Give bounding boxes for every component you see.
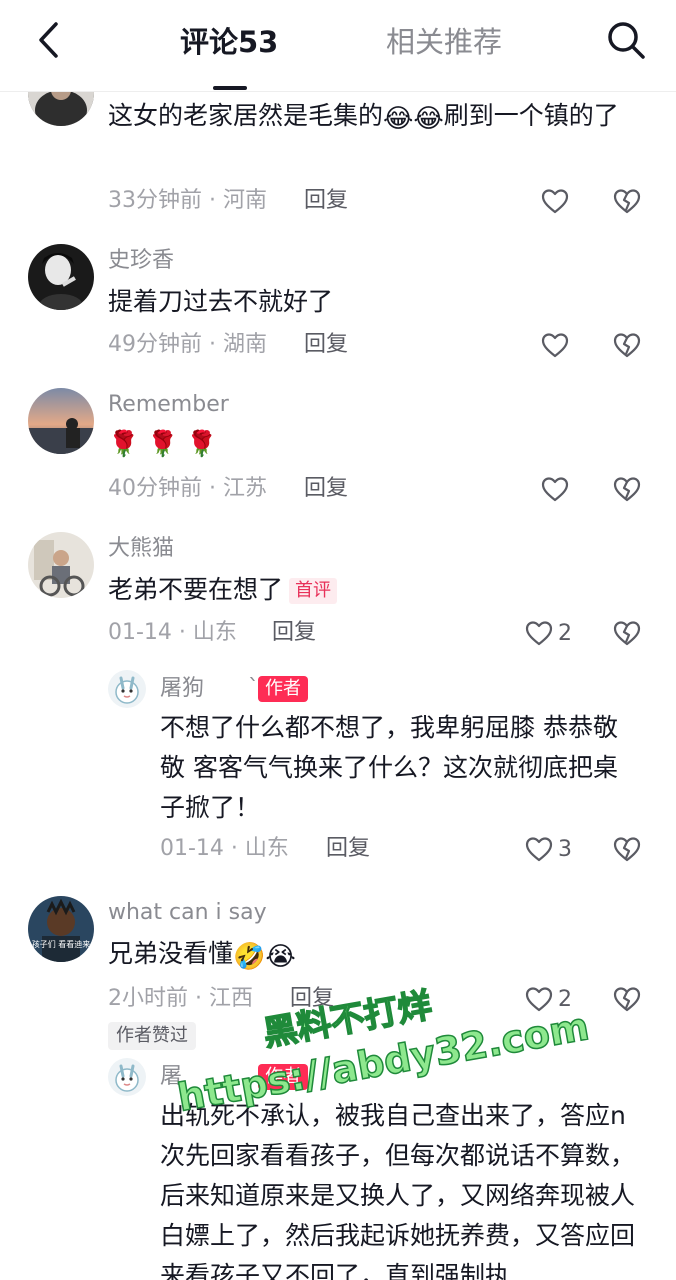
broken-heart-icon[interactable] xyxy=(612,330,642,360)
broken-heart-icon[interactable] xyxy=(612,618,642,648)
avatar[interactable]: 孩子们 看看迪来 xyxy=(28,896,94,962)
header: 评论53 相关推荐 xyxy=(0,0,676,92)
reply-meta: 01-14 · 山东 xyxy=(160,836,289,861)
comment-text: 提着刀过去不就好了 xyxy=(108,287,334,316)
like-button[interactable]: 2 xyxy=(524,618,572,648)
reply-button[interactable]: 回复 xyxy=(326,834,370,864)
comment-meta: 33分钟前 · 河南 xyxy=(108,188,267,213)
comment-username[interactable]: 大熊猫 xyxy=(108,534,174,564)
avatar[interactable] xyxy=(108,670,146,708)
laughing-crying-emoji: 🤣😭 xyxy=(233,942,296,972)
avatar[interactable] xyxy=(108,1058,146,1096)
heart-icon xyxy=(525,621,553,646)
author-liked-badge: 作者赞过 xyxy=(108,1022,196,1050)
avatar-caption: 孩子们 看看迪来 xyxy=(31,940,91,949)
like-count: 3 xyxy=(558,836,572,862)
comment-text: 兄弟没看懂🤣😭 xyxy=(108,934,296,977)
like-button[interactable] xyxy=(540,330,570,360)
back-icon[interactable] xyxy=(28,18,72,62)
avatar[interactable] xyxy=(28,244,94,310)
comment-meta: 2小时前 · 江西 xyxy=(108,986,253,1011)
avatar[interactable] xyxy=(28,532,94,598)
like-button[interactable] xyxy=(540,186,570,216)
broken-heart-icon[interactable] xyxy=(612,186,642,216)
comment-meta: 49分钟前 · 湖南 xyxy=(108,332,267,357)
broken-heart-icon[interactable] xyxy=(612,474,642,504)
avatar[interactable] xyxy=(28,388,94,454)
broken-heart-icon[interactable] xyxy=(612,834,642,864)
reply-text: 不想了什么都不想了，我卑躬屈膝 恭恭敬敬 客客气气换来了什么？这次就彻底把桌子掀… xyxy=(160,713,618,822)
search-icon[interactable] xyxy=(604,18,648,62)
heart-icon xyxy=(541,189,569,214)
laughing-crying-emoji: 😂😂 xyxy=(383,104,444,134)
comment-username[interactable]: Remember xyxy=(108,390,229,420)
reply-text: 出轨死不承认，被我自己查出来了，答应n次先回家看看孩子，但每次都说话不算数，后来… xyxy=(160,1101,636,1280)
comment-text: 这女的老家居然是毛集的😂😂刷到一个镇的了 xyxy=(108,96,638,139)
like-button[interactable] xyxy=(540,474,570,504)
heart-icon xyxy=(525,837,553,862)
first-comment-badge: 首评 xyxy=(289,578,338,604)
heart-icon xyxy=(541,333,569,358)
reply-button[interactable]: 回复 xyxy=(304,186,348,216)
reply-button[interactable]: 回复 xyxy=(272,618,316,648)
comment-meta: 01-14 · 山东 xyxy=(108,620,237,645)
comment-meta: 40分钟前 · 江苏 xyxy=(108,476,267,501)
comment-text: 🌹 🌹 🌹 xyxy=(108,429,218,458)
reply-button[interactable]: 回复 xyxy=(304,474,348,504)
tab-comments[interactable]: 评论53 xyxy=(180,22,278,62)
comment-text: 老弟不要在想了 首评 xyxy=(108,570,338,610)
tab-related[interactable]: 相关推荐 xyxy=(386,22,502,62)
reply-username[interactable]: 屠狗 ` xyxy=(160,674,259,704)
reply-button[interactable]: 回复 xyxy=(304,330,348,360)
like-count: 2 xyxy=(558,620,572,646)
active-tab-indicator xyxy=(213,86,247,90)
broken-heart-icon[interactable] xyxy=(612,984,642,1014)
like-button[interactable]: 3 xyxy=(524,834,572,864)
comment-username[interactable]: 史珍香 xyxy=(108,246,174,276)
heart-icon xyxy=(541,477,569,502)
author-badge: 作者 xyxy=(258,676,308,702)
comment-username[interactable]: what can i say xyxy=(108,898,267,928)
